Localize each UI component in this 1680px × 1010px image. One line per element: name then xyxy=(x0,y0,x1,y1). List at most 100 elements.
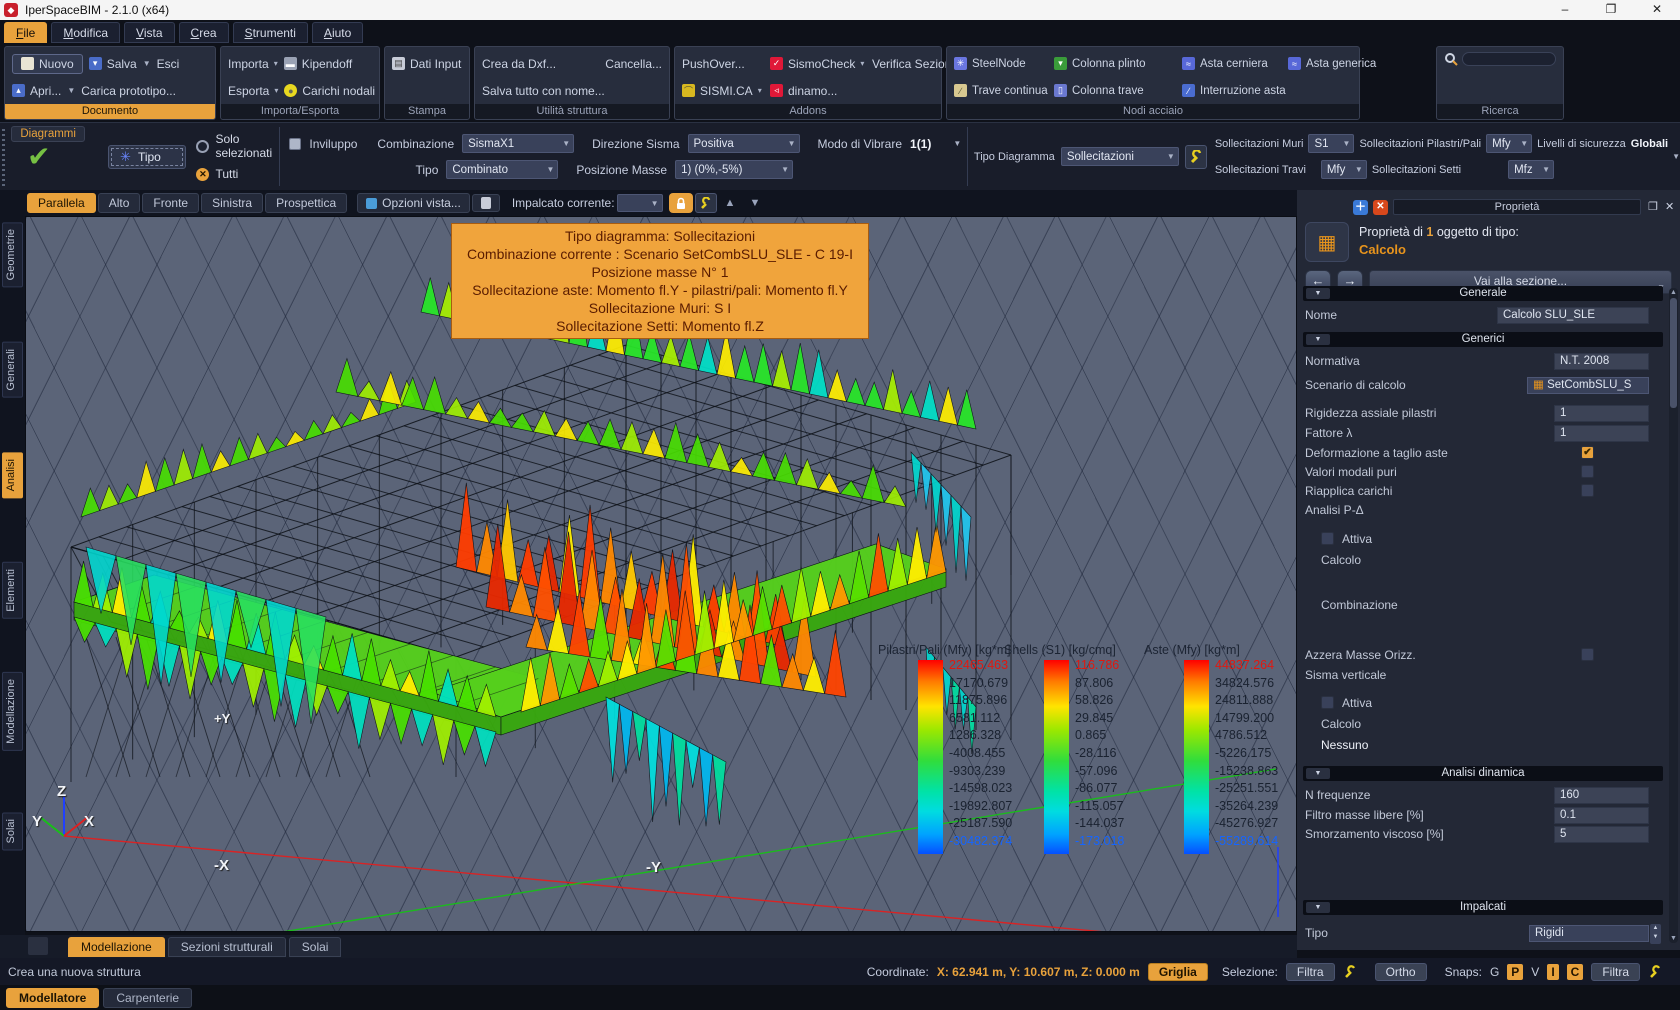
railtab-modellazione[interactable]: Modellazione xyxy=(2,672,23,751)
sismocheck-button[interactable]: ✓SismoCheck▾ xyxy=(770,50,872,77)
kipendoff-button[interactable]: ▬Kipendoff xyxy=(284,57,353,71)
menu-crea[interactable]: Crea xyxy=(179,22,229,43)
dinamo-button[interactable]: ◃dinamo... xyxy=(770,77,872,104)
level-down-button[interactable]: ▼ xyxy=(743,197,766,209)
menu-strumenti[interactable]: Strumenti xyxy=(233,22,308,43)
scenario-field[interactable]: ▦ SetCombSLU_S xyxy=(1527,377,1649,394)
toolbar-overflow-caret[interactable]: ▼ xyxy=(1672,152,1680,161)
railtab-solai[interactable]: Solai xyxy=(2,812,23,850)
esporta-button[interactable]: Esporta▾ xyxy=(228,84,278,98)
colonna-plinto-button[interactable]: ▾Colonna plinto xyxy=(1054,50,1182,77)
snap-c[interactable]: C xyxy=(1567,964,1584,980)
close-button[interactable]: ✕ xyxy=(1634,0,1680,20)
dati-input-button[interactable]: ▤Dati Input xyxy=(392,57,461,71)
nome-field[interactable]: Calcolo SLU_SLE xyxy=(1497,307,1649,324)
impalcato-select[interactable]: ▼ xyxy=(617,194,663,212)
search-input[interactable] xyxy=(1462,52,1556,66)
sollecitazioni-muri-select[interactable]: S1▼ xyxy=(1308,134,1354,153)
doctab-solai[interactable]: Solai xyxy=(289,937,342,957)
section-generale[interactable]: ▼Generale xyxy=(1303,286,1663,301)
diagrammi-label[interactable]: Diagrammi xyxy=(11,126,85,142)
salva-dropdown-caret[interactable]: ▼ xyxy=(143,59,151,68)
apri-dropdown-caret[interactable]: ▼ xyxy=(67,86,75,95)
panel-float-icon[interactable]: ❐ xyxy=(1648,200,1658,213)
viewtab-fronte[interactable]: Fronte xyxy=(142,193,199,213)
steelnode-button[interactable]: ✳SteelNode xyxy=(954,50,1054,77)
trave-continua-button[interactable]: ∕Trave continua xyxy=(954,77,1054,104)
colonna-trave-button[interactable]: ▯Colonna trave xyxy=(1054,77,1182,104)
snap-i[interactable]: I xyxy=(1547,964,1558,980)
railtab-elementi[interactable]: Elementi xyxy=(2,562,23,619)
snap-v[interactable]: V xyxy=(1531,965,1539,979)
viewtab-alto[interactable]: Alto xyxy=(98,193,141,213)
menu-modifica[interactable]: Modifica xyxy=(51,22,120,43)
snap-p[interactable]: P xyxy=(1507,964,1523,980)
tipo-diagramma-select[interactable]: Sollecitazioni▼ xyxy=(1061,147,1179,166)
filtro-field[interactable]: 0.1 xyxy=(1554,807,1649,824)
section-generici[interactable]: ▼Generici xyxy=(1303,332,1663,347)
radio-solo-selezionati[interactable]: Solo selezionati xyxy=(196,132,276,160)
lock-button[interactable] xyxy=(669,193,693,213)
minimize-button[interactable]: – xyxy=(1542,0,1588,20)
carichi-nodali-button[interactable]: ●Carichi nodali xyxy=(284,84,375,98)
esci-button[interactable]: Esci xyxy=(157,57,180,71)
wrench-icon-snaps[interactable] xyxy=(1648,965,1662,979)
nuovo-button[interactable]: Nuovo xyxy=(12,54,83,74)
sollecitazioni-setti-select[interactable]: Mfz▼ xyxy=(1508,160,1554,179)
normativa-field[interactable]: N.T. 2008 xyxy=(1554,353,1649,370)
cancella-button[interactable]: Cancella... xyxy=(605,57,662,71)
attiva-sisma-checkbox[interactable] xyxy=(1321,696,1334,709)
pushover-button[interactable]: PushOver... xyxy=(682,50,770,77)
panel-scrollbar[interactable]: ▲ ▼ xyxy=(1669,288,1678,943)
asta-generica-button[interactable]: ≈Asta generica xyxy=(1288,50,1376,77)
posizione-masse-select[interactable]: 1) (0%,-5%)▼ xyxy=(675,160,793,179)
carica-prototipo-button[interactable]: Carica prototipo... xyxy=(81,84,176,98)
scrollbar-thumb[interactable] xyxy=(1670,298,1677,408)
riapplica-checkbox[interactable] xyxy=(1581,484,1594,497)
tipo-diagram-button[interactable]: ✳ Tipo xyxy=(108,145,187,169)
sismica-button[interactable]: ⌒SISMI.CA▾ xyxy=(682,77,770,104)
railtab-generali[interactable]: Generali xyxy=(2,342,23,398)
filtra-snap-button[interactable]: Filtra xyxy=(1591,963,1640,981)
sollecitazioni-travi-select[interactable]: Mfy▼ xyxy=(1321,160,1367,179)
ortho-button[interactable]: Ortho xyxy=(1375,963,1427,981)
snap-g[interactable]: G xyxy=(1490,965,1499,979)
azzera-checkbox[interactable] xyxy=(1581,648,1594,661)
paste-view-button[interactable] xyxy=(472,194,500,212)
modo-vibrare-caret[interactable]: ▼ xyxy=(953,139,961,148)
impalcati-stepper[interactable]: ▲▼ xyxy=(1650,924,1661,944)
wrench-icon-status[interactable] xyxy=(1343,965,1357,979)
tipo-impalcati-select[interactable]: Rigidi xyxy=(1529,925,1649,942)
deformazione-checkbox[interactable]: ✔ xyxy=(1581,446,1594,459)
section-analisi-dinamica[interactable]: ▼Analisi dinamica xyxy=(1303,766,1663,781)
viewtab-prospettica[interactable]: Prospettica xyxy=(265,193,347,213)
importa-button[interactable]: Importa▾ xyxy=(228,57,278,71)
opzioni-vista-button[interactable]: Opzioni vista... xyxy=(357,193,470,213)
railtab-analisi[interactable]: Analisi xyxy=(2,452,23,498)
tipo-select[interactable]: Combinato▼ xyxy=(446,160,558,179)
direzione-sisma-select[interactable]: Positiva▼ xyxy=(688,134,800,153)
level-up-button[interactable]: ▲ xyxy=(719,197,742,209)
griglia-button[interactable]: Griglia xyxy=(1148,963,1208,981)
menu-aiuto[interactable]: Aiuto xyxy=(312,22,363,43)
doctab-sezioni[interactable]: Sezioni strutturali xyxy=(168,937,286,957)
inviluppo-checkbox[interactable] xyxy=(289,138,301,150)
panel-remove-button[interactable]: ✕ xyxy=(1373,200,1388,215)
menu-file[interactable]: File xyxy=(4,22,47,43)
crea-da-dxf-button[interactable]: Crea da Dxf... xyxy=(482,57,556,71)
viewtab-sinistra[interactable]: Sinistra xyxy=(201,193,263,213)
restore-button[interactable]: ❐ xyxy=(1588,0,1634,20)
fattore-field[interactable]: 1 xyxy=(1554,425,1649,442)
combinazione-select[interactable]: SismaX1▼ xyxy=(462,134,574,153)
modetab-modellatore[interactable]: Modellatore xyxy=(6,988,99,1008)
salva-tutto-button[interactable]: Salva tutto con nome... xyxy=(482,84,605,98)
smorzamento-field[interactable]: 5 xyxy=(1554,826,1649,843)
sollecitazioni-pilastri-select[interactable]: Mfy▼ xyxy=(1486,134,1532,153)
doctab-modellazione[interactable]: Modellazione xyxy=(68,937,165,957)
interruzione-asta-button[interactable]: ∕Interruzione asta xyxy=(1182,77,1288,104)
diagram-settings-button[interactable] xyxy=(1185,145,1207,169)
salva-button[interactable]: ▾Salva xyxy=(89,57,137,71)
panel-close-icon[interactable]: ✕ xyxy=(1665,200,1674,213)
viewtab-parallela[interactable]: Parallela xyxy=(27,193,96,213)
filtra-selezione-button[interactable]: Filtra xyxy=(1286,963,1335,981)
